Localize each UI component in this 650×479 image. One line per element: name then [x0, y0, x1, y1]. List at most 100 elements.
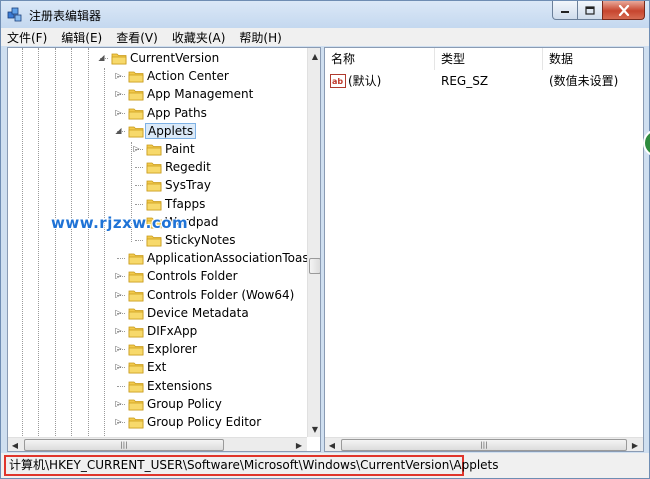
tree-item[interactable]: StickyNotes	[8, 231, 308, 249]
expanded-arrow-icon[interactable]: ◢	[114, 126, 123, 135]
collapsed-arrow-icon[interactable]: ▷	[114, 89, 123, 98]
column-header-name[interactable]: 名称	[325, 48, 435, 70]
tree-item-label: Controls Folder	[147, 269, 238, 284]
side-badge	[643, 129, 650, 157]
column-header-type[interactable]: 类型	[435, 48, 543, 70]
maximize-button[interactable]	[577, 1, 603, 20]
tree-item-label: ApplicationAssociationToasts	[147, 251, 320, 266]
menu-file[interactable]: 文件(F)	[7, 29, 47, 46]
expanded-arrow-icon[interactable]: ◢	[97, 53, 106, 62]
scroll-up-arrow-icon[interactable]: ▲	[308, 48, 320, 64]
scroll-right-arrow-icon[interactable]: ▶	[628, 437, 642, 451]
title-bar[interactable]: 注册表编辑器	[1, 1, 649, 28]
tree-item[interactable]: ▷ App Management	[8, 85, 308, 103]
folder-icon	[111, 51, 127, 65]
tree-item[interactable]: ▷ Action Center	[8, 67, 308, 85]
menu-favorites[interactable]: 收藏夹(A)	[172, 29, 226, 46]
tree-item[interactable]: ▷ Device Metadata	[8, 304, 308, 322]
tree-connector	[135, 167, 143, 169]
tree-item-label: Regedit	[165, 160, 211, 175]
tree-item[interactable]: ▷ Group Policy Editor	[8, 413, 308, 431]
scroll-down-arrow-icon[interactable]: ▼	[308, 421, 320, 437]
folder-icon	[146, 233, 162, 247]
collapsed-arrow-icon[interactable]: ▷	[114, 290, 123, 299]
close-button[interactable]	[602, 1, 645, 20]
tree-item[interactable]: ▷ Controls Folder	[8, 267, 308, 285]
tree-connector	[117, 385, 125, 387]
status-path: 计算机\HKEY_CURRENT_USER\Software\Microsoft…	[4, 455, 499, 476]
menu-view[interactable]: 查看(V)	[116, 29, 158, 46]
folder-icon	[128, 415, 144, 429]
values-list-pane[interactable]: 名称 类型 数据 ab (默认) REG_SZ (数值未设置) ◀ ||| ▶	[324, 47, 644, 452]
tree-vertical-scrollbar[interactable]: ▲ ▼	[307, 48, 320, 437]
watermark-text: www.rjzxw.com	[51, 214, 189, 232]
collapsed-arrow-icon[interactable]: ▷	[114, 417, 123, 426]
window-title: 注册表编辑器	[29, 9, 102, 23]
folder-icon	[128, 397, 144, 411]
tree-item[interactable]: ◢ CurrentVersion	[8, 49, 308, 67]
tree-item-label: Device Metadata	[147, 305, 249, 320]
scroll-left-arrow-icon[interactable]: ◀	[325, 437, 339, 451]
collapsed-arrow-icon[interactable]: ▷	[114, 344, 123, 353]
collapsed-arrow-icon[interactable]: ▷	[114, 271, 123, 280]
tree-item-label: SysTray	[165, 178, 211, 193]
tree-item[interactable]: Extensions	[8, 377, 308, 395]
folder-icon	[128, 288, 144, 302]
tree-item[interactable]: ▷ Group Policy	[8, 395, 308, 413]
list-horizontal-scrollbar[interactable]: ◀ ||| ▶	[325, 437, 643, 451]
tree-item-label: App Management	[147, 87, 254, 102]
tree-horizontal-scrollbar[interactable]: ◀ ||| ▶	[8, 437, 307, 451]
tree-item[interactable]: Regedit	[8, 158, 308, 176]
tree-item[interactable]: Tfapps	[8, 195, 308, 213]
scroll-left-arrow-icon[interactable]: ◀	[8, 437, 22, 451]
collapsed-arrow-icon[interactable]: ▷	[114, 326, 123, 335]
tree-item[interactable]: ApplicationAssociationToasts	[8, 249, 320, 267]
tree-item[interactable]: ◢ Applets	[8, 122, 308, 140]
menu-help[interactable]: 帮助(H)	[239, 29, 281, 46]
folder-icon	[146, 197, 162, 211]
tree-item-label: Extensions	[147, 378, 213, 393]
tree-item[interactable]: ▷ DIFxApp	[8, 322, 308, 340]
folder-icon	[128, 106, 144, 120]
regedit-icon	[7, 7, 22, 22]
tree-item-label: StickyNotes	[165, 233, 236, 247]
maximize-icon	[585, 5, 595, 15]
key-tree-pane[interactable]: ◢ CurrentVersion ▷ Action Center ▷ App Manage…	[7, 47, 321, 452]
minimize-button[interactable]	[552, 1, 578, 20]
scroll-right-arrow-icon[interactable]: ▶	[292, 437, 306, 451]
tree-item[interactable]: ▷ Controls Folder (Wow64)	[8, 286, 308, 304]
regedit-window: 注册表编辑器 文件(F) 编辑(E) 查看(V) 收藏夹(A) 帮助(H) ◢ …	[0, 0, 650, 479]
list-hscroll-thumb[interactable]: |||	[341, 439, 627, 451]
collapsed-arrow-icon[interactable]: ▷	[114, 108, 123, 117]
tree-item[interactable]: SysTray	[8, 176, 308, 194]
tree-item[interactable]: ▷ Explorer	[8, 340, 308, 358]
tree-item[interactable]: ▷ App Paths	[8, 104, 308, 122]
collapsed-arrow-icon[interactable]: ▷	[114, 71, 123, 80]
value-data: (数值未设置)	[549, 74, 619, 88]
column-header-data[interactable]: 数据	[543, 48, 643, 70]
collapsed-arrow-icon[interactable]: ▷	[114, 308, 123, 317]
value-type: REG_SZ	[441, 74, 489, 88]
tree-item-label: Explorer	[147, 342, 197, 357]
value-row[interactable]: ab (默认) REG_SZ (数值未设置)	[330, 72, 640, 90]
collapsed-arrow-icon[interactable]: ▷	[114, 399, 123, 408]
minimize-icon	[561, 11, 569, 13]
menu-edit[interactable]: 编辑(E)	[61, 29, 102, 46]
folder-icon	[146, 160, 162, 174]
tree-item[interactable]: ▷ Paint	[8, 140, 308, 158]
close-icon	[618, 4, 629, 16]
tree-connector	[135, 240, 143, 241]
collapsed-arrow-icon[interactable]: ▷	[114, 362, 123, 371]
tree-item-label: Ext	[147, 360, 167, 375]
folder-open-icon	[128, 124, 144, 138]
tree-item-label: Applets	[145, 122, 197, 139]
tree-item-label: App Paths	[147, 105, 207, 120]
tree-item[interactable]: ▷ Ext	[8, 358, 308, 376]
tree-hscroll-thumb[interactable]: |||	[24, 439, 224, 451]
folder-icon	[146, 178, 162, 192]
folder-icon	[128, 251, 144, 265]
tree-item-label: Tfapps	[165, 196, 206, 211]
collapsed-arrow-icon[interactable]: ▷	[132, 144, 141, 153]
tree-scroll-thumb[interactable]	[309, 258, 320, 274]
tree-connector	[135, 203, 143, 205]
